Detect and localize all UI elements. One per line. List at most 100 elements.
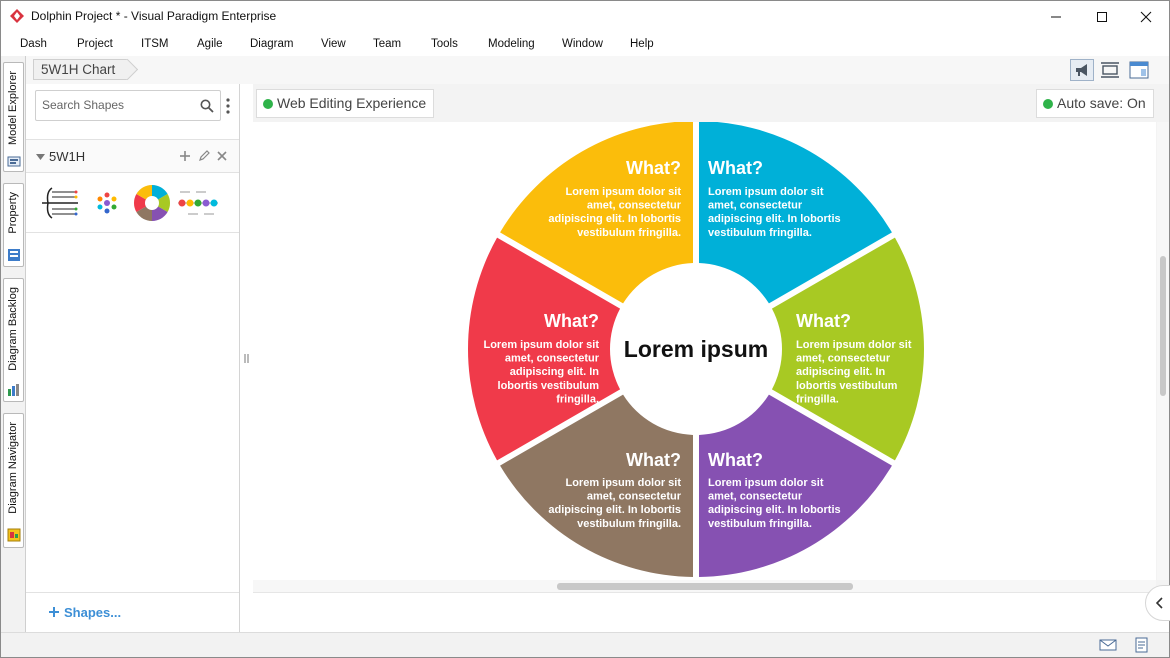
tab-diagram-backlog[interactable]: Diagram Backlog: [3, 278, 24, 402]
tab-model-explorer-label: Model Explorer: [7, 71, 19, 145]
menu-view[interactable]: View: [321, 38, 346, 50]
segment-body-line: amet, consectetur: [587, 200, 682, 212]
plus-icon[interactable]: [49, 607, 59, 617]
search-icon[interactable]: [200, 99, 214, 113]
autosave-label: Auto save: On: [1057, 95, 1146, 111]
shapes-divider: [26, 232, 239, 233]
menu-team[interactable]: Team: [373, 38, 401, 50]
segment-body-line: Lorem ipsum dolor sit: [708, 186, 824, 198]
segment-body-line: amet, consectetur: [708, 200, 803, 212]
announcement-button[interactable]: [1070, 59, 1094, 81]
add-icon[interactable]: [179, 150, 191, 162]
segment-body-line: Lorem ipsum dolor sit: [565, 186, 681, 198]
segment-title: What?: [626, 450, 681, 470]
tab-model-explorer[interactable]: Model Explorer: [3, 62, 24, 172]
horizontal-scrollbar[interactable]: [253, 580, 1156, 592]
segment-body-line: vestibulum fringilla.: [577, 518, 681, 530]
segment-title: What?: [626, 158, 681, 178]
tab-diagram-navigator[interactable]: Diagram Navigator: [3, 413, 24, 548]
segment-body-line: fringilla.: [796, 393, 839, 405]
remove-icon[interactable]: [217, 151, 227, 161]
splitter-handle-icon[interactable]: [244, 354, 249, 363]
shapes-panel: 5W1H: [26, 84, 240, 632]
edit-icon[interactable]: [198, 150, 210, 162]
status-dot-icon: [1043, 99, 1053, 109]
collapse-arrow-icon[interactable]: [36, 154, 45, 160]
tab-property-label: Property: [7, 192, 19, 234]
web-editing-chip[interactable]: Web Editing Experience: [256, 89, 435, 118]
segment-body-line: fringilla.: [556, 393, 599, 405]
horizontal-scroll-thumb[interactable]: [557, 583, 853, 590]
side-tab-strip: Model Explorer Property Diagram Backlog …: [1, 56, 26, 632]
panel-splitter[interactable]: [241, 84, 253, 632]
menu-diagram[interactable]: Diagram: [250, 38, 293, 50]
segment-title: What?: [708, 450, 763, 470]
segment-body-line: adipiscing elit. In lobortis: [548, 213, 681, 225]
app-logo-icon: [10, 9, 24, 23]
menu-itsm[interactable]: ITSM: [141, 38, 168, 50]
5w1h-wheel[interactable]: What? Lorem ipsum dolor sit amet, consecte…: [253, 122, 1156, 580]
menu-dash[interactable]: Dash: [20, 38, 47, 50]
application-window: Dolphin Project * - Visual Paradigm Ente…: [0, 0, 1170, 658]
segment-body-line: adipiscing elit. In: [510, 366, 600, 378]
status-bar: [1, 632, 1169, 657]
search-box: [35, 90, 221, 121]
segment-body-line: amet, consectetur: [587, 491, 682, 503]
megaphone-icon: [1076, 64, 1087, 76]
menu-modeling[interactable]: Modeling: [488, 38, 535, 50]
menu-project[interactable]: Project: [77, 38, 113, 50]
segment-body-line: Lorem ipsum dolor sit: [708, 477, 824, 489]
tab-property[interactable]: Property: [3, 183, 24, 267]
timeline-thumbnail[interactable]: [176, 184, 220, 222]
diagram-properties-button[interactable]: [1127, 59, 1151, 81]
diagram-area: Web Editing Experience Auto save: On Wha…: [253, 84, 1170, 632]
web-editing-label: Web Editing Experience: [277, 95, 427, 111]
breadcrumb-bar: 5W1H Chart: [26, 56, 1169, 84]
shape-category-5w1h[interactable]: 5W1H: [26, 139, 239, 173]
segment-body-line: lobortis vestibulum: [796, 380, 898, 392]
more-options-icon[interactable]: [226, 98, 230, 114]
vertical-scroll-thumb[interactable]: [1160, 256, 1166, 396]
menu-tools[interactable]: Tools: [431, 38, 458, 50]
segment-title: What?: [708, 158, 763, 178]
more-shapes-link[interactable]: Shapes...: [64, 605, 121, 620]
segment-body-line: adipiscing elit. In lobortis: [708, 213, 841, 225]
autosave-chip[interactable]: Auto save: On: [1036, 89, 1154, 118]
diagram-backlog-icon: [8, 384, 19, 396]
menu-bar: Dash Project ITSM Agile Diagram View Tea…: [1, 34, 1169, 56]
menu-window[interactable]: Window: [562, 38, 603, 50]
segment-body-line: vestibulum fringilla.: [708, 518, 812, 530]
segment-body-line: adipiscing elit. In lobortis: [548, 504, 681, 516]
menu-agile[interactable]: Agile: [197, 38, 223, 50]
maximize-icon: [1097, 11, 1107, 22]
search-input[interactable]: [42, 98, 192, 112]
minimize-button[interactable]: [1033, 1, 1079, 32]
segment-body-line: Lorem ipsum dolor sit: [796, 339, 912, 351]
fit-page-icon: [1101, 62, 1119, 78]
wheel-thumbnail[interactable]: [133, 184, 171, 222]
segment-body-line: vestibulum fringilla.: [577, 227, 681, 239]
segment-body-line: amet, consectetur: [505, 353, 600, 365]
tab-diagram-backlog-label: Diagram Backlog: [7, 287, 19, 371]
breadcrumb[interactable]: 5W1H Chart: [33, 59, 129, 80]
category-name: 5W1H: [49, 149, 86, 164]
close-button[interactable]: [1123, 1, 1169, 32]
diagram-panel-icon: [1129, 61, 1149, 79]
fit-page-button[interactable]: [1098, 59, 1122, 81]
vertical-scrollbar[interactable]: [1157, 122, 1169, 580]
maximize-button[interactable]: [1079, 1, 1125, 32]
segment-body-line: amet, consectetur: [708, 491, 803, 503]
segment-title: What?: [544, 311, 599, 331]
shapes-footer: Shapes...: [26, 592, 239, 632]
menu-help[interactable]: Help: [630, 38, 654, 50]
notes-icon[interactable]: [1133, 637, 1151, 653]
property-icon: [8, 249, 20, 261]
status-dot-icon: [263, 99, 273, 109]
mail-icon[interactable]: [1099, 637, 1117, 653]
minimize-icon: [1051, 16, 1061, 17]
hub-thumbnail[interactable]: [94, 184, 120, 222]
segment-body-line: lobortis vestibulum: [498, 380, 600, 392]
chevron-left-icon: [1156, 597, 1163, 609]
fishbone-thumbnail[interactable]: [38, 184, 80, 222]
diagram-canvas[interactable]: What? Lorem ipsum dolor sit amet, consecte…: [253, 122, 1156, 580]
